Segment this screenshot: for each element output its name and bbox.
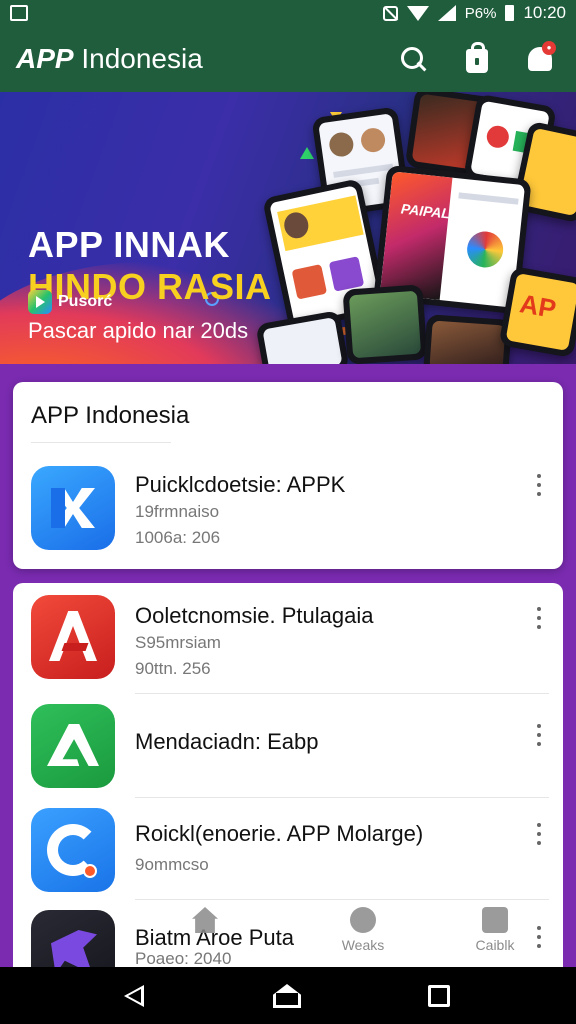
- phone-mockup: [423, 314, 512, 364]
- status-bar: P6% 10:20: [0, 0, 576, 26]
- battery-icon: [505, 5, 515, 21]
- phone-mockup-label: AP: [517, 288, 559, 325]
- banner-headline: APP INNAK: [28, 224, 230, 265]
- lightbulb-icon: [350, 907, 376, 933]
- app-name[interactable]: Mendaciadn: Eabp: [135, 729, 318, 755]
- section-divider: [31, 442, 171, 443]
- promo-banner[interactable]: APP INNAK HINDO RASIA Pascar apido nar 2…: [0, 92, 576, 364]
- chat-icon: [482, 907, 508, 933]
- app-title: APP Indonesia: [16, 43, 203, 75]
- notification-badge: ●: [542, 41, 556, 55]
- app-meta: 90ttn. 256: [135, 659, 211, 678]
- banner-subtitle: Pascar apido nar 20ds: [28, 318, 249, 343]
- home-button-icon[interactable]: [273, 984, 301, 1008]
- row-divider: [135, 797, 549, 798]
- more-options-icon[interactable]: [533, 474, 545, 496]
- app-name[interactable]: Roickl(enoerie. APP Molarge): [135, 821, 423, 847]
- nav-chat-label: Caiblk: [475, 937, 515, 953]
- row-divider: [135, 693, 549, 694]
- blue-x-app-icon[interactable]: [31, 466, 115, 550]
- battery-percent: P6%: [464, 4, 497, 22]
- play-logo-icon: [28, 290, 52, 314]
- back-icon[interactable]: [124, 985, 144, 1007]
- phone-mockup: [342, 284, 428, 364]
- recent-apps-icon[interactable]: [428, 985, 450, 1007]
- more-options-icon[interactable]: [533, 724, 545, 746]
- app-title-bold: APP: [16, 43, 74, 74]
- decor-triangle: [300, 147, 314, 159]
- mute-icon: [382, 5, 398, 21]
- app-meta: 9ommcso: [135, 855, 209, 874]
- section-card: APP Indonesia Puicklcdoetsie: APPK 19frm…: [13, 382, 563, 569]
- app-bar: APP Indonesia ●: [0, 26, 576, 92]
- app-meta: S95mrsiam: [135, 633, 221, 652]
- red-a-app-icon[interactable]: [31, 595, 115, 679]
- banner-brand: Pusorć: [28, 290, 112, 314]
- nav-chat-item[interactable]: Caiblk: [450, 905, 540, 953]
- shopping-bag-icon[interactable]: [466, 42, 488, 73]
- featured-app-meta: 1006a: 206: [135, 528, 221, 547]
- status-time: 10:20: [523, 3, 566, 22]
- blue-c-app-icon[interactable]: [31, 808, 115, 892]
- more-options-icon[interactable]: [533, 823, 545, 845]
- phone-mockup: AP: [498, 266, 576, 358]
- search-icon[interactable]: [400, 46, 426, 72]
- signal-icon: [437, 5, 456, 21]
- more-options-icon[interactable]: [533, 607, 545, 629]
- home-icon: [192, 907, 218, 933]
- featured-app-name[interactable]: Puicklcdoetsie: APPK: [135, 472, 345, 498]
- app-title-rest: Indonesia: [81, 43, 203, 74]
- system-nav-bar: [0, 967, 576, 1024]
- wifi-icon: [406, 5, 429, 21]
- nav-weeks-item[interactable]: Weaks: [318, 905, 408, 953]
- bottom-nav: Weaks Caiblk: [120, 905, 576, 967]
- notification-box-icon: [10, 5, 28, 21]
- section-title: APP Indonesia: [31, 402, 190, 429]
- featured-app-meta: 19frmnaiso: [135, 502, 220, 521]
- nav-home-item[interactable]: [160, 905, 250, 937]
- row-divider: [135, 899, 549, 900]
- banner-brand-label: Pusorć: [58, 293, 113, 310]
- green-a-app-icon[interactable]: [31, 704, 115, 788]
- notification-bell-icon[interactable]: ●: [528, 41, 556, 71]
- app-name[interactable]: Ooletcnomsie. Ptulagaia: [135, 603, 373, 629]
- nav-weeks-label: Weaks: [341, 937, 385, 953]
